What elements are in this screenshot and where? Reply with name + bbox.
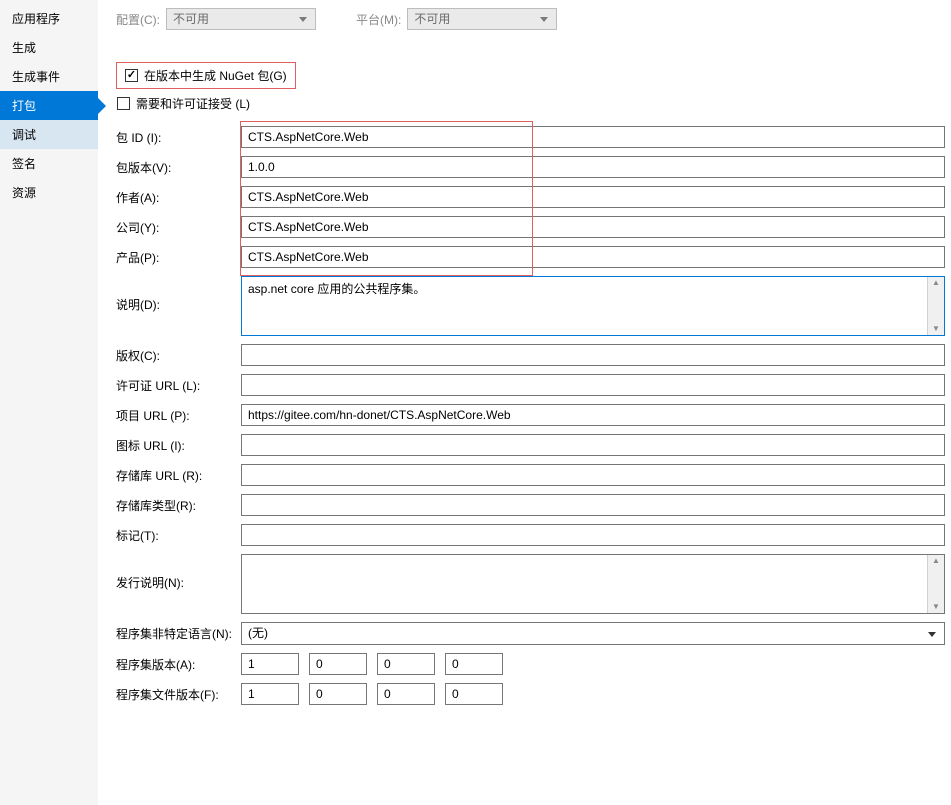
release-notes-input[interactable]	[242, 555, 927, 613]
platform-label: 平台(M):	[356, 11, 401, 28]
package-version-label: 包版本(V):	[116, 159, 241, 176]
sidebar-item-resources[interactable]: 资源	[0, 178, 98, 207]
release-notes-wrap: ▲▼	[241, 554, 945, 614]
file-version-build[interactable]	[377, 683, 435, 705]
generate-nuget-checkbox[interactable]	[125, 69, 138, 82]
generate-nuget-label: 在版本中生成 NuGet 包(G)	[144, 67, 287, 84]
release-notes-label: 发行说明(N):	[116, 554, 241, 591]
scrollbar-stub[interactable]: ▲▼	[927, 277, 944, 335]
authors-input[interactable]	[241, 186, 945, 208]
license-accept-label: 需要和许可证接受 (L)	[136, 95, 250, 112]
sidebar: 应用程序 生成 生成事件 打包 调试 签名 资源	[0, 0, 98, 805]
file-version-label: 程序集文件版本(F):	[116, 686, 241, 703]
sidebar-item-app[interactable]: 应用程序	[0, 4, 98, 33]
tags-input[interactable]	[241, 524, 945, 546]
repo-type-input[interactable]	[241, 494, 945, 516]
sidebar-item-build[interactable]: 生成	[0, 33, 98, 62]
sidebar-item-package[interactable]: 打包	[0, 91, 98, 120]
config-combo[interactable]: 不可用	[166, 8, 316, 30]
license-url-label: 许可证 URL (L):	[116, 377, 241, 394]
license-url-input[interactable]	[241, 374, 945, 396]
product-input[interactable]	[241, 246, 945, 268]
sidebar-item-sign[interactable]: 签名	[0, 149, 98, 178]
scrollbar-stub-2[interactable]: ▲▼	[927, 555, 944, 613]
asm-version-rev[interactable]	[445, 653, 503, 675]
platform-combo[interactable]: 不可用	[407, 8, 557, 30]
file-version-major[interactable]	[241, 683, 299, 705]
sidebar-item-build-events[interactable]: 生成事件	[0, 62, 98, 91]
main-panel: 配置(C): 不可用 平台(M): 不可用 在版本中生成 NuGet 包(G) …	[98, 0, 951, 805]
copyright-input[interactable]	[241, 344, 945, 366]
copyright-label: 版权(C):	[116, 347, 241, 364]
tags-label: 标记(T):	[116, 527, 241, 544]
sidebar-item-debug[interactable]: 调试	[0, 120, 98, 149]
product-label: 产品(P):	[116, 249, 241, 266]
asm-version-build[interactable]	[377, 653, 435, 675]
asm-version-major[interactable]	[241, 653, 299, 675]
package-version-input[interactable]	[241, 156, 945, 178]
package-id-input[interactable]	[241, 126, 945, 148]
license-accept-checkbox[interactable]	[117, 97, 130, 110]
project-url-label: 项目 URL (P):	[116, 407, 241, 424]
description-input[interactable]	[242, 277, 927, 335]
company-label: 公司(Y):	[116, 219, 241, 236]
package-id-label: 包 ID (I):	[116, 129, 241, 146]
repo-url-label: 存储库 URL (R):	[116, 467, 241, 484]
icon-url-input[interactable]	[241, 434, 945, 456]
neutral-lang-label: 程序集非特定语言(N):	[116, 625, 241, 642]
asm-version-label: 程序集版本(A):	[116, 656, 241, 673]
authors-label: 作者(A):	[116, 189, 241, 206]
description-label: 说明(D):	[116, 276, 241, 313]
config-label: 配置(C):	[116, 11, 160, 28]
asm-version-minor[interactable]	[309, 653, 367, 675]
file-version-minor[interactable]	[309, 683, 367, 705]
file-version-rev[interactable]	[445, 683, 503, 705]
neutral-lang-select[interactable]: (无)	[241, 622, 945, 645]
icon-url-label: 图标 URL (I):	[116, 437, 241, 454]
project-url-input[interactable]	[241, 404, 945, 426]
company-input[interactable]	[241, 216, 945, 238]
generate-nuget-highlight: 在版本中生成 NuGet 包(G)	[116, 62, 296, 89]
repo-url-input[interactable]	[241, 464, 945, 486]
form-grid: 包 ID (I): 包版本(V): 作者(A): 公司(Y): 产品(P): 说…	[116, 126, 945, 705]
config-row: 配置(C): 不可用 平台(M): 不可用	[116, 8, 945, 30]
description-wrap: ▲▼	[241, 276, 945, 336]
repo-type-label: 存储库类型(R):	[116, 497, 241, 514]
